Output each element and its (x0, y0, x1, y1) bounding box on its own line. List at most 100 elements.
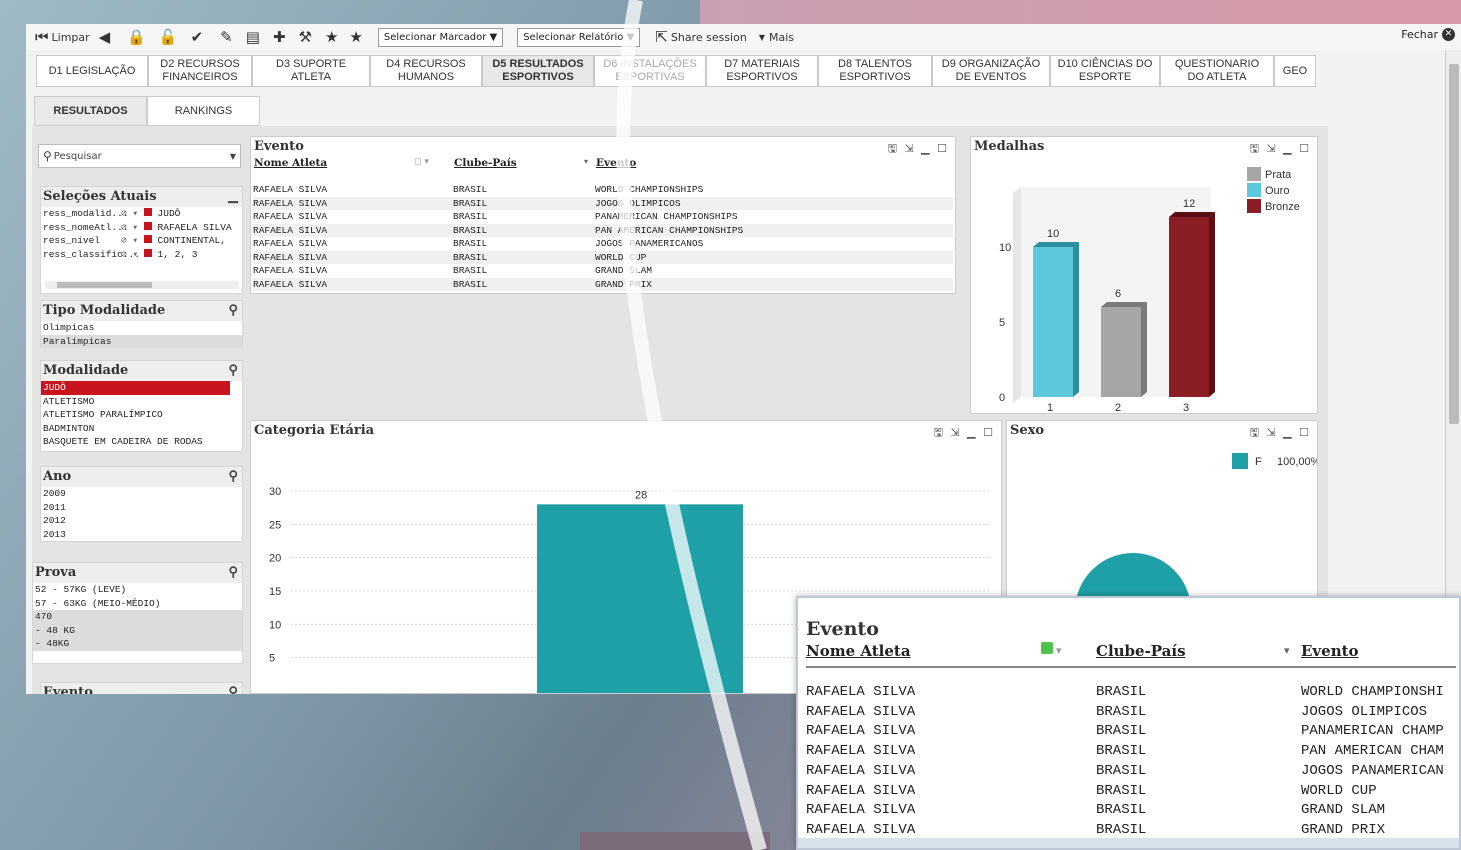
selection-row[interactable]: ress_nivel ⌀ ▾ CONTINENTAL, (41, 234, 242, 248)
column-header[interactable]: Evento (1301, 642, 1359, 660)
table-row[interactable]: RAFAELA SILVA BRASIL GRAND PRIX (806, 820, 1459, 840)
table-row[interactable]: RAFAELA SILVA BRASIL WORLD CUP (253, 250, 953, 264)
back-icon[interactable]: ◀ (99, 29, 111, 45)
clear-button[interactable]: ⏮ Limpar (26, 26, 96, 48)
edit-icon[interactable]: ✎ (220, 29, 233, 45)
table-row[interactable]: RAFAELA SILVA BRASIL GRAND PRIX (253, 277, 953, 291)
tab-questionario[interactable]: QUESTIONARIO DO ATLETA (1160, 55, 1274, 87)
list-item[interactable]: 52 - 57KG (LEVE) (33, 583, 242, 597)
selection-field: ress_nomeAtl... (43, 221, 129, 233)
table-header: Nome Atleta ◻ ▾ Clube-País ▾ Evento (254, 157, 954, 171)
selection-row[interactable]: ress_nomeAtl...⌀ ▾ RAFAELA SILVA (41, 221, 242, 235)
chevron-down-icon[interactable]: ▾ (584, 157, 588, 166)
tab-d2[interactable]: D2 RECURSOS FINANCEIROS (148, 55, 252, 87)
chevron-down-icon[interactable]: ▾ (1284, 644, 1290, 657)
selection-icon[interactable]: ⌀ ▾ (121, 222, 138, 233)
list-item[interactable]: 470 (33, 610, 242, 624)
chart-icon[interactable]: ▤ (246, 29, 260, 45)
search-icon[interactable]: ⚲ (228, 565, 238, 580)
share-label: Share session (670, 30, 747, 44)
table-row[interactable]: RAFAELA SILVA BRASIL JOGOS PANAMERICANOS (253, 237, 953, 251)
search-icon[interactable]: ⚲ (228, 363, 238, 378)
star-add-icon[interactable]: ★ (325, 29, 338, 45)
sort-icon[interactable]: ◻ ▾ (414, 157, 429, 167)
table-row[interactable]: RAFAELA SILVA BRASIL PAN AMERICAN CHAM (806, 741, 1459, 761)
selection-row[interactable]: ress_classific...⌀ ▾ 1, 2, 3 (41, 248, 242, 262)
sort-icon[interactable]: ▾ (1056, 644, 1062, 657)
toolbar: ⏮ Limpar ◀ 🔒 🔓 ✔ ✎ ▤ ✚ ⚒ ★ ★ Selecionar M… (26, 24, 1461, 50)
search-icon[interactable]: ⚲ (228, 685, 238, 694)
list-item[interactable]: BASQUETE EM CADEIRA DE RODAS (41, 435, 242, 449)
column-header[interactable]: Evento (596, 157, 636, 169)
subtab-resultados[interactable]: RESULTADOS (34, 96, 147, 126)
horizontal-scrollbar[interactable] (45, 281, 239, 289)
bar-top (1033, 242, 1079, 247)
tab-d4[interactable]: D4 RECURSOS HUMANOS (370, 55, 482, 87)
table-row[interactable]: RAFAELA SILVA BRASIL WORLD CHAMPIONSHI (806, 682, 1459, 702)
tab-d6[interactable]: D6 INSTALAÇÕES ESPORTIVAS (594, 55, 706, 87)
x-tick-label: 2 (1115, 402, 1121, 413)
bar-side (1209, 212, 1215, 397)
list-item[interactable]: 2009 (41, 487, 242, 501)
tab-d5[interactable]: D5 RESULTADOS ESPORTIVOS (482, 55, 594, 87)
selection-row[interactable]: ress_modalid...⌀ ▾ JUDÔ (41, 207, 242, 221)
table-row[interactable]: RAFAELA SILVA BRASIL GRAND SLAM (806, 800, 1459, 820)
search-icon[interactable]: ⚲ (228, 469, 238, 484)
tab-d7[interactable]: D7 MATERIAIS ESPORTIVOS (706, 55, 818, 87)
table-row[interactable]: RAFAELA SILVA BRASIL GRAND SLAM (253, 264, 953, 278)
lock-icon[interactable]: 🔒 (127, 29, 146, 45)
plus-icon[interactable]: ✚ (273, 29, 286, 45)
zoom-footer (798, 838, 1459, 848)
list-item[interactable]: 57 - 63KG (MEIO-MÉDIO) (33, 597, 242, 611)
table-row[interactable]: RAFAELA SILVA BRASIL PAN AMERICAN CHAMPION… (253, 223, 953, 237)
minimize-icon[interactable]: ▁ (228, 189, 238, 204)
table-row[interactable]: RAFAELA SILVA BRASIL JOGOS OLIMPICOS (806, 702, 1459, 722)
check-icon[interactable]: ✔ (191, 29, 204, 45)
column-header[interactable]: Clube-País (1096, 642, 1186, 660)
selection-icon[interactable]: ⌀ ▾ (121, 208, 138, 219)
list-item[interactable]: Paralímpicas (41, 334, 242, 348)
wand-icon[interactable]: ⚒ (299, 29, 312, 45)
column-header[interactable]: Clube-País (454, 157, 517, 169)
table-row[interactable]: RAFAELA SILVA BRASIL WORLD CHAMPIONSHIPS (253, 183, 953, 197)
column-header[interactable]: Nome Atleta (806, 642, 911, 660)
table-row[interactable]: RAFAELA SILVA BRASIL JOGOS PANAMERICAN (806, 761, 1459, 781)
scrollbar-thumb[interactable] (1449, 64, 1459, 424)
bookmark-select[interactable]: Selecionar Marcador ▼ (377, 27, 504, 47)
report-select[interactable]: Selecionar Relatório ▼ (517, 27, 641, 47)
list-item[interactable]: - 48KG (33, 637, 242, 651)
search-input[interactable]: ⚲ Pesquisar ▼ (38, 144, 241, 168)
tab-d1[interactable]: D1 LEGISLAÇÃO (36, 55, 148, 87)
table-row[interactable]: RAFAELA SILVA BRASIL WORLD CUP (806, 781, 1459, 801)
list-item[interactable]: ATLETISMO (41, 395, 242, 409)
share-session-button[interactable]: ⇱ Share session (646, 26, 753, 48)
selection-icon[interactable]: ⌀ ▾ (121, 249, 138, 260)
table-row[interactable]: RAFAELA SILVA BRASIL PANAMERICAN CHAMP (806, 721, 1459, 741)
table-row[interactable]: RAFAELA SILVA BRASIL JOGOS OLIMPICOS (253, 196, 953, 210)
column-header[interactable]: Nome Atleta (254, 157, 327, 169)
star-icon[interactable]: ★ (349, 29, 362, 45)
list-item[interactable]: 2012 (41, 514, 242, 528)
tab-d10[interactable]: D10 CIÊNCIAS DO ESPORTE (1050, 55, 1160, 87)
tab-d3[interactable]: D3 SUPORTE ATLETA (252, 55, 370, 87)
list-item[interactable]: 2013 (41, 528, 242, 542)
list-item[interactable]: 2011 (41, 501, 242, 515)
close-button[interactable]: Fechar ✕ (1401, 28, 1455, 41)
list-item[interactable]: BADMINTON (41, 422, 242, 436)
list-item[interactable]: Olímpicas (41, 321, 242, 335)
unlock-icon[interactable]: 🔓 (159, 29, 178, 45)
subtab-rankings[interactable]: RANKINGS (147, 96, 260, 126)
list-item[interactable]: ATLETISMO PARALÍMPICO (41, 408, 242, 422)
y-tick-label: 30 (269, 486, 281, 498)
list-item[interactable]: - 48 KG (33, 623, 242, 637)
tab-d9[interactable]: D9 ORGANIZAÇÃO DE EVENTOS (932, 55, 1050, 87)
list-item[interactable]: JUDÔ (41, 381, 230, 395)
tab-geo[interactable]: GEO (1274, 55, 1316, 87)
search-icon[interactable]: ⚲ (228, 303, 238, 318)
table-row[interactable]: RAFAELA SILVA BRASIL PANAMERICAN CHAMPIONS… (253, 210, 953, 224)
more-button[interactable]: ▼ Mais (753, 26, 800, 48)
listbox-title-text: Modalidade (43, 363, 129, 378)
tab-d8[interactable]: D8 TALENTOS ESPORTIVOS (818, 55, 932, 87)
selection-icon[interactable]: ⌀ ▾ (121, 235, 138, 246)
selected-marker (143, 208, 152, 216)
